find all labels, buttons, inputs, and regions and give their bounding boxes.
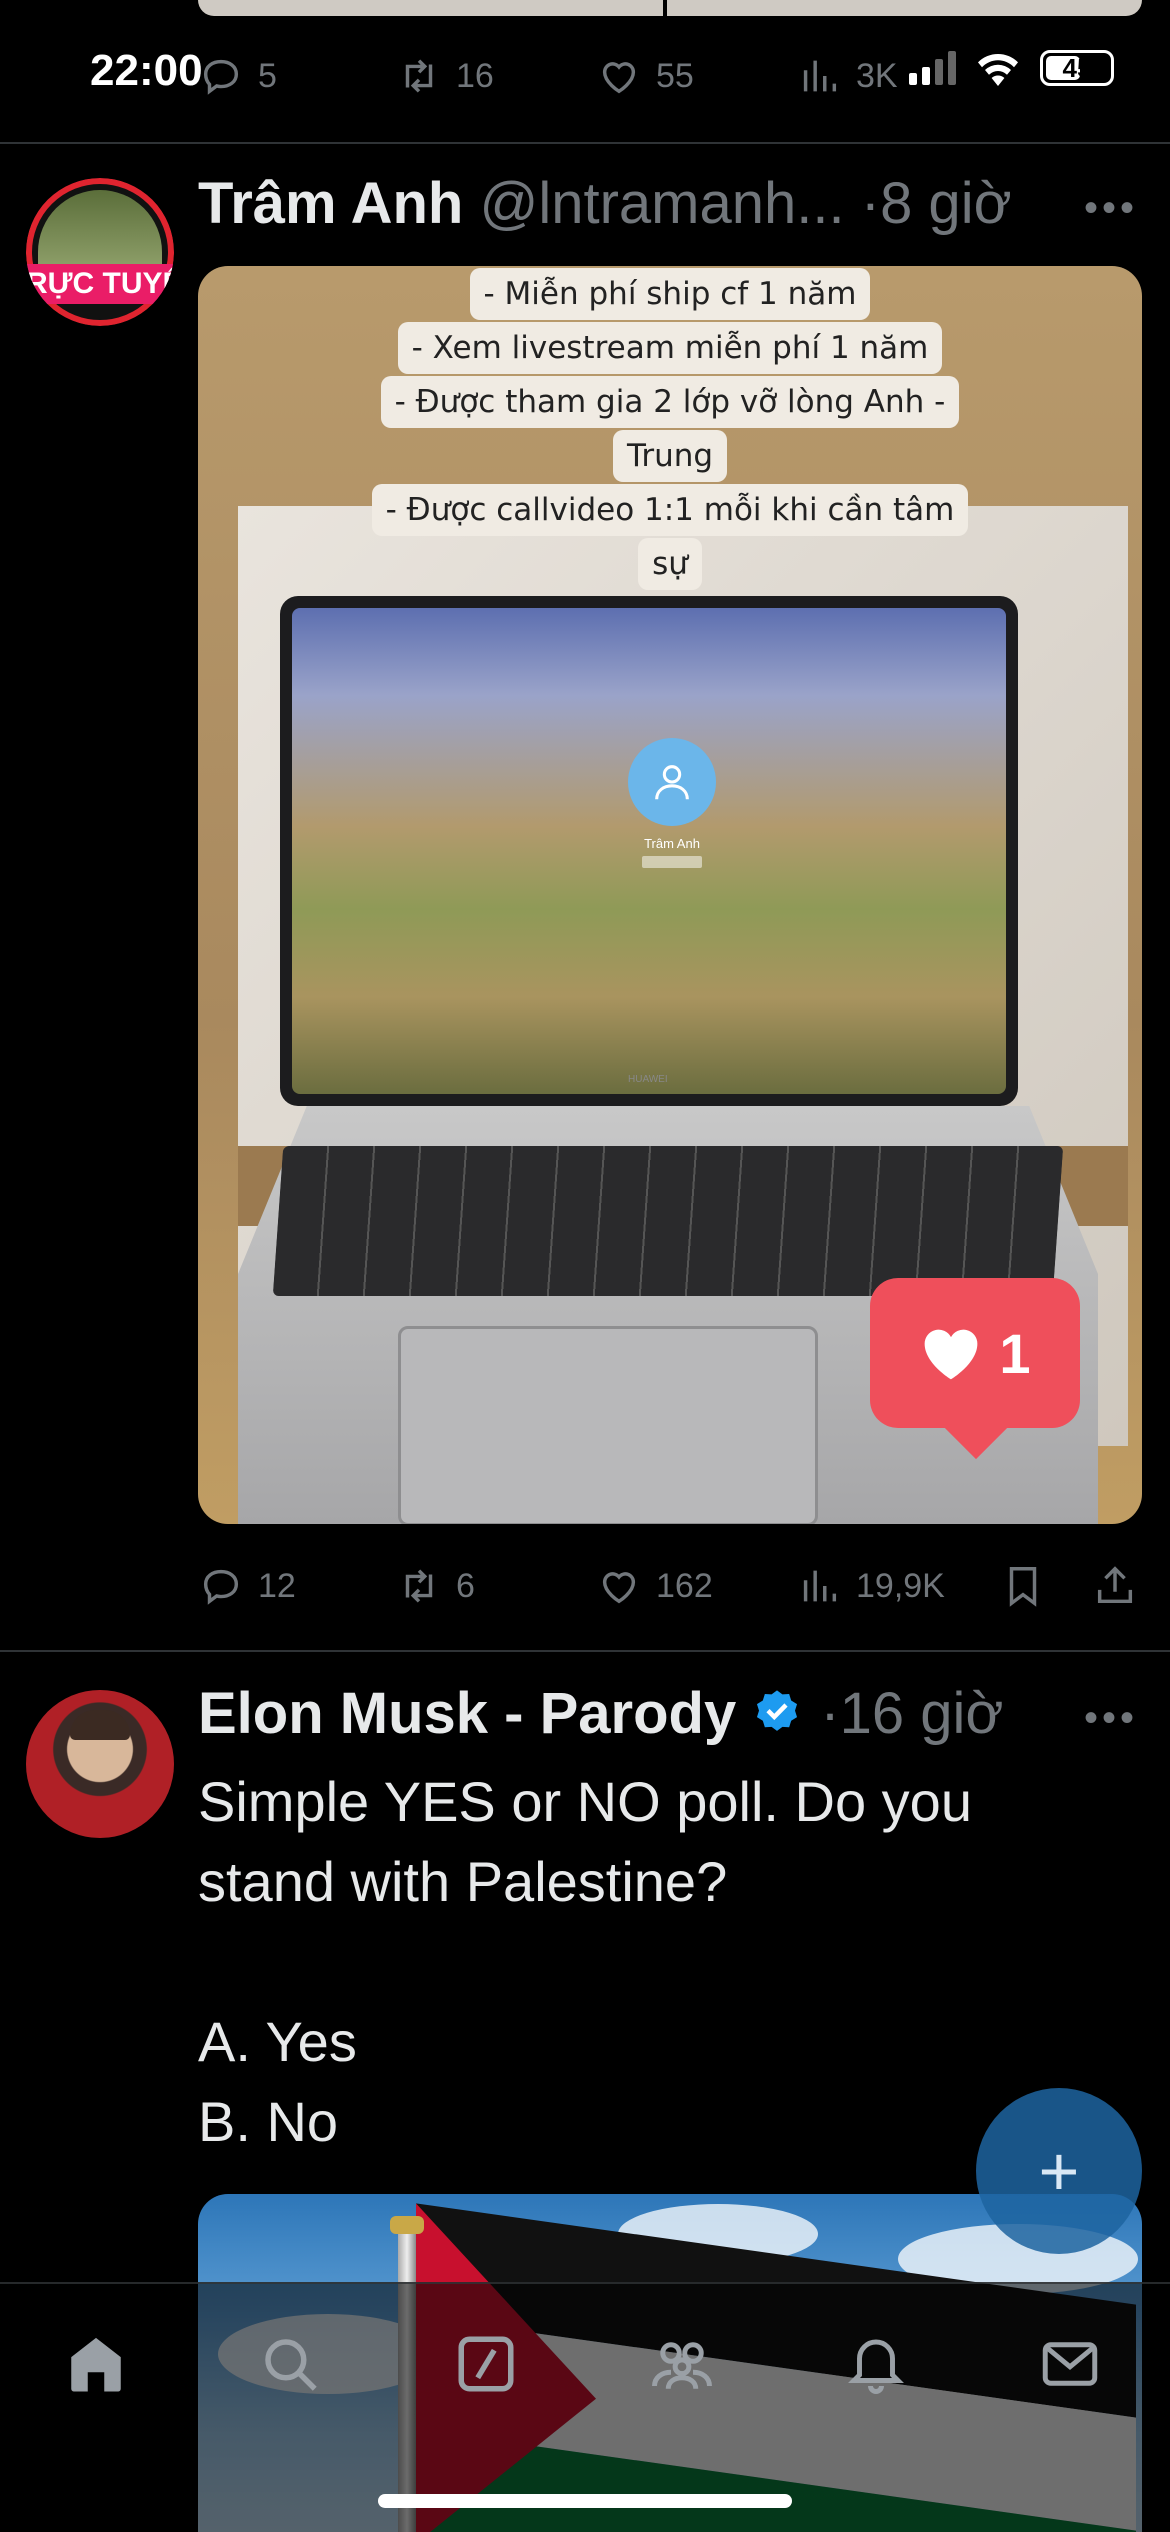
reply-icon: [203, 59, 239, 95]
views-button[interactable]: 19,9K: [796, 1563, 945, 1609]
tweet-time[interactable]: 8 giờ: [880, 170, 1012, 237]
tab-communities[interactable]: [642, 2324, 722, 2404]
home-icon: [71, 2337, 121, 2392]
tab-notifications[interactable]: [836, 2324, 916, 2404]
tweet-media[interactable]: Trâm Anh HUAWEI - Miễn phí ship cf 1 năm…: [198, 266, 1142, 1524]
views-count: 19,9K: [856, 1566, 945, 1605]
wifi-icon: [978, 53, 1018, 86]
search-icon: [265, 2339, 317, 2391]
laptop-brand: HUAWEI: [628, 1074, 668, 1085]
views-count: 3K: [856, 56, 898, 95]
caption-line: - Xem livestream miễn phí 1 năm: [397, 322, 943, 374]
like-button[interactable]: 55: [596, 53, 694, 99]
separator-dot: ·: [860, 171, 881, 236]
retweet-button[interactable]: 6: [396, 1563, 475, 1609]
screen-password-field: [642, 856, 702, 868]
avatar[interactable]: [26, 1690, 174, 1838]
flag-pole-top: [390, 2216, 424, 2234]
author-name[interactable]: Trâm Anh: [198, 170, 463, 237]
cellular-signal-icon: [909, 51, 956, 85]
like-count: 162: [656, 1566, 713, 1605]
media-captions: - Miễn phí ship cf 1 năm - Xem livestrea…: [198, 266, 1142, 590]
author-handle[interactable]: @lntramanh...: [479, 170, 844, 237]
views-button[interactable]: 3K: [796, 53, 898, 99]
retweet-button[interactable]: 16: [396, 53, 494, 99]
plus-icon: +: [1038, 2132, 1080, 2210]
laptop-trackpad: [398, 1326, 818, 1524]
status-indicators: 45: [909, 50, 1114, 86]
retweet-icon: [405, 59, 433, 93]
caption-line: - Được tham gia 2 lớp vỡ lòng Anh -: [380, 376, 960, 428]
retweet-count: 6: [456, 1566, 475, 1605]
messages-icon: [1042, 2342, 1098, 2386]
tab-grok[interactable]: [446, 2324, 526, 2404]
caption-line: - Được callvideo 1:1 mỗi khi cần tâm: [371, 484, 969, 536]
avatar-badge: RỰC TUYẾ: [26, 264, 174, 304]
views-icon: [803, 1570, 837, 1602]
tweet-header: Elon Musk - Parody · 16 giờ: [198, 1680, 1003, 1747]
status-time: 22:00: [90, 46, 203, 95]
compose-button[interactable]: +: [976, 2088, 1142, 2254]
share-icon: [1097, 1566, 1133, 1604]
separator: [0, 1650, 1170, 1652]
caption-line: Trung: [612, 430, 728, 482]
notifications-icon: [848, 2339, 904, 2394]
share-button[interactable]: [1092, 1563, 1138, 1609]
tab-home[interactable]: [56, 2324, 136, 2404]
laptop-keyboard: [272, 1146, 1064, 1296]
tweet-text: Simple YES or NO poll. Do you stand with…: [198, 1770, 972, 2153]
reply-count: 12: [258, 1566, 296, 1605]
separator: [0, 142, 1170, 144]
home-indicator[interactable]: [378, 2494, 792, 2508]
reply-icon: [203, 1569, 239, 1605]
caption-line: - Miễn phí ship cf 1 năm: [469, 268, 871, 320]
bookmark-button[interactable]: [1000, 1563, 1046, 1609]
tweet-time[interactable]: 16 giờ: [840, 1680, 1004, 1747]
screen-user-name: Trâm Anh: [644, 836, 700, 851]
heart-icon: [925, 1329, 978, 1380]
heart-icon: [602, 1572, 636, 1604]
views-icon: [803, 60, 837, 92]
tweet-actions: 12 6 162 19,9K: [198, 1556, 1138, 1616]
media-divider: [663, 0, 667, 16]
like-notification-bubble: 1: [870, 1278, 1080, 1428]
heart-icon: [602, 62, 636, 94]
caption-line: sự: [638, 538, 702, 590]
previous-tweet-media[interactable]: [198, 0, 1142, 16]
battery-icon: 45: [1040, 50, 1114, 86]
communities-icon: [652, 2342, 712, 2390]
author-name[interactable]: Elon Musk - Parody: [198, 1680, 736, 1747]
like-bubble-count: 1: [999, 1321, 1031, 1385]
more-options-icon[interactable]: •••: [1084, 186, 1138, 231]
tab-messages[interactable]: [1030, 2324, 1110, 2404]
retweet-icon: [405, 1569, 433, 1603]
separator-dot: ·: [820, 1681, 840, 1746]
more-options-icon[interactable]: •••: [1084, 1696, 1138, 1741]
grok-icon: [458, 2336, 514, 2392]
retweet-count: 16: [456, 56, 494, 95]
verified-badge-icon: [750, 1687, 804, 1741]
user-profile-icon: [628, 738, 716, 826]
like-button[interactable]: 162: [596, 1563, 713, 1609]
reply-button[interactable]: 12: [198, 1563, 296, 1609]
laptop-display: Trâm Anh: [292, 608, 1006, 1094]
bookmark-icon: [1009, 1567, 1037, 1607]
reply-count: 5: [258, 56, 277, 95]
like-count: 55: [656, 56, 694, 95]
tweet-header: Trâm Anh @lntramanh... · 8 giờ: [198, 170, 1012, 237]
battery-level: 45: [1062, 52, 1092, 83]
tab-search[interactable]: [250, 2324, 330, 2404]
avatar[interactable]: RỰC TUYẾ: [26, 178, 174, 326]
laptop-screen: Trâm Anh: [280, 596, 1018, 1106]
reply-button[interactable]: 5: [198, 53, 277, 99]
